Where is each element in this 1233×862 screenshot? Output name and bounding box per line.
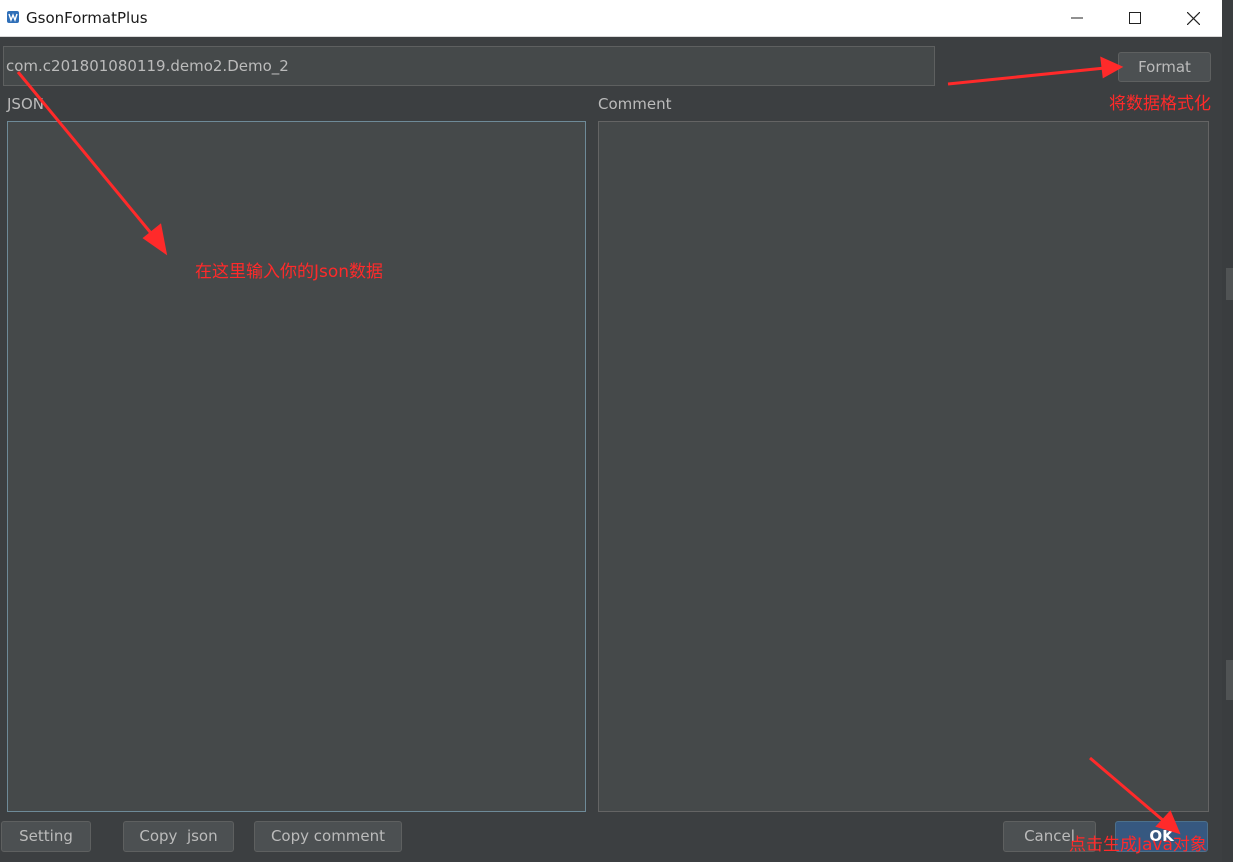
window-title: GsonFormatPlus	[26, 9, 148, 27]
background-window-strip	[1222, 0, 1233, 862]
copy-comment-button[interactable]: Copy comment	[254, 821, 402, 852]
close-button[interactable]	[1164, 0, 1222, 36]
minimize-icon	[1071, 17, 1083, 19]
comment-label: Comment	[598, 95, 672, 113]
json-label: JSON	[7, 95, 44, 113]
format-hint: 将数据格式化	[1109, 94, 1211, 114]
comment-textarea[interactable]	[598, 121, 1209, 812]
json-input-hint: 在这里输入你的Json数据	[195, 262, 384, 282]
format-button[interactable]: Format	[1118, 52, 1211, 82]
title-bar: GsonFormatPlus	[0, 0, 1222, 37]
minimize-button[interactable]	[1048, 0, 1106, 36]
arrow-to-format-button	[947, 66, 1106, 86]
json-textarea[interactable]	[7, 121, 586, 812]
close-icon	[1186, 11, 1200, 25]
background-scroll-mark	[1226, 268, 1233, 300]
copy-json-button[interactable]: Copy json	[123, 821, 234, 852]
maximize-button[interactable]	[1106, 0, 1164, 36]
background-scroll-mark	[1226, 660, 1233, 700]
ok-hint: 点击生成Java对象	[1069, 835, 1207, 855]
app-icon	[6, 10, 20, 24]
setting-button[interactable]: Setting	[1, 821, 91, 852]
maximize-icon	[1129, 12, 1141, 24]
class-name-input[interactable]: com.c201801080119.demo2.Demo_2	[3, 46, 935, 86]
